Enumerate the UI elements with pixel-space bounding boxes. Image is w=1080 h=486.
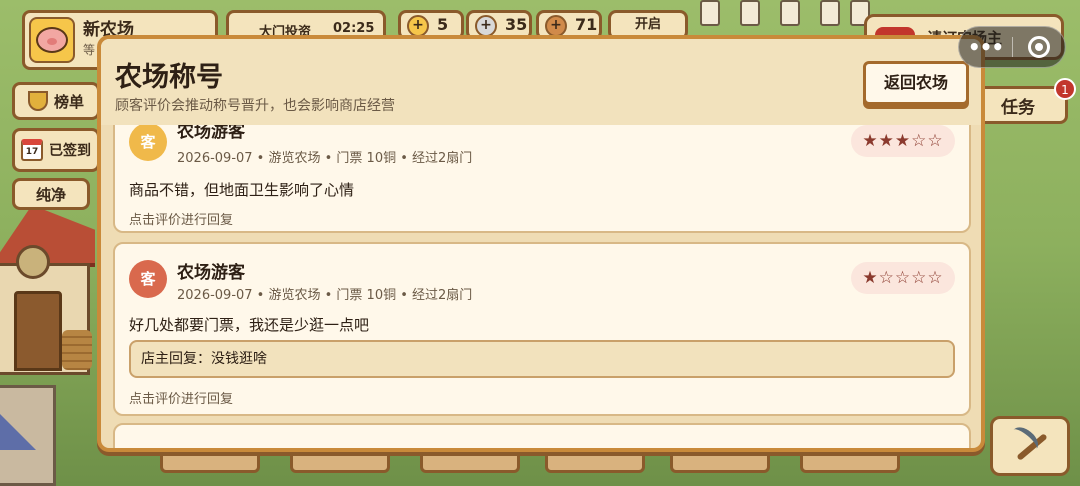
rating-stars: ★☆☆☆☆ [851,262,955,294]
signin-button[interactable]: 17 已签到 [12,128,100,172]
back-to-farm-button[interactable]: 返回农场 [863,61,969,105]
visitor-avatar: 客 [129,125,167,161]
review-text: 商品不错，但地面卫生影响了心情 [129,181,355,199]
fence-post [740,0,760,26]
task-label: 任务 [1001,97,1035,118]
review-card[interactable]: 客 农场游客 2026-09-07 • 游览农场 • 门票 10铜 • 经过2扇… [113,242,971,416]
silver-count: 35 [505,15,528,34]
pig-icon [36,27,68,53]
house-door [14,291,62,371]
trophy-icon [27,91,48,111]
close-ring-icon [1027,36,1050,58]
visitor-avatar: 客 [129,260,167,298]
visitor-name: 农场游客 [177,263,245,283]
owner-reply: 店主回复：没钱逛啥 [129,340,955,378]
leaderboard-label: 榜单 [53,92,84,111]
reply-hint[interactable]: 点击评价进行回复 [129,209,233,228]
pickaxe-button[interactable] [990,416,1070,476]
signin-label: 已签到 [49,143,91,159]
pure-mode-button[interactable]: 纯净 [12,178,90,210]
fence-post [780,0,800,26]
miniprogram-capsule: ••• [958,26,1066,68]
gold-coin-icon: + [407,15,429,37]
review-list[interactable]: 客 农场游客 2026-09-07 • 游览农场 • 门票 10铜 • 经过2扇… [113,125,971,448]
calendar-icon: 17 [21,139,43,161]
review-card[interactable]: 客 农场游客 2026-09-07 • 游览农场 • 门票 10铜 • 经过2扇… [113,125,971,233]
farm-avatar [29,17,75,63]
modal-header: 农场称号 顾客评价会推动称号晋升，也会影响商店经营 返回农场 [101,39,981,125]
modal-subtitle: 顾客评价会推动称号晋升，也会影响商店经营 [115,98,395,114]
silver-coin-icon: + [475,15,497,37]
pickaxe-icon [1008,426,1052,466]
copper-count: 71 [575,15,598,34]
fence-post [820,0,840,26]
copper-coin-icon: + [545,15,567,37]
more-menu-icon[interactable]: ••• [959,35,1012,59]
task-badge: 1 [1054,78,1076,100]
review-card[interactable] [113,423,971,448]
close-miniprogram-button[interactable] [1013,36,1065,58]
review-meta: 2026-09-07 • 游览农场 • 门票 10铜 • 经过2扇门 [177,151,473,166]
farm-title-modal: 农场称号 顾客评价会推动称号晋升，也会影响商店经营 返回农场 客 农场游客 20… [97,35,985,452]
rating-stars: ★★★☆☆ [851,125,955,157]
reply-hint[interactable]: 点击评价进行回复 [129,388,233,407]
review-text: 好几处都要门票，我还是少逛一点吧 [129,316,370,334]
farm-level: 等 [83,43,96,57]
leaderboard-button[interactable]: 榜单 [12,82,100,120]
review-meta: 2026-09-07 • 游览农场 • 门票 10铜 • 经过2扇门 [177,288,473,303]
house-emblem [16,245,50,279]
modal-title: 农场称号 [115,62,223,93]
fence-post [700,0,720,26]
visitor-name: 农场游客 [177,125,245,142]
gold-count: 5 [437,15,449,34]
gate-timer: 02:25 [333,21,375,36]
broom-barrel [62,330,92,370]
